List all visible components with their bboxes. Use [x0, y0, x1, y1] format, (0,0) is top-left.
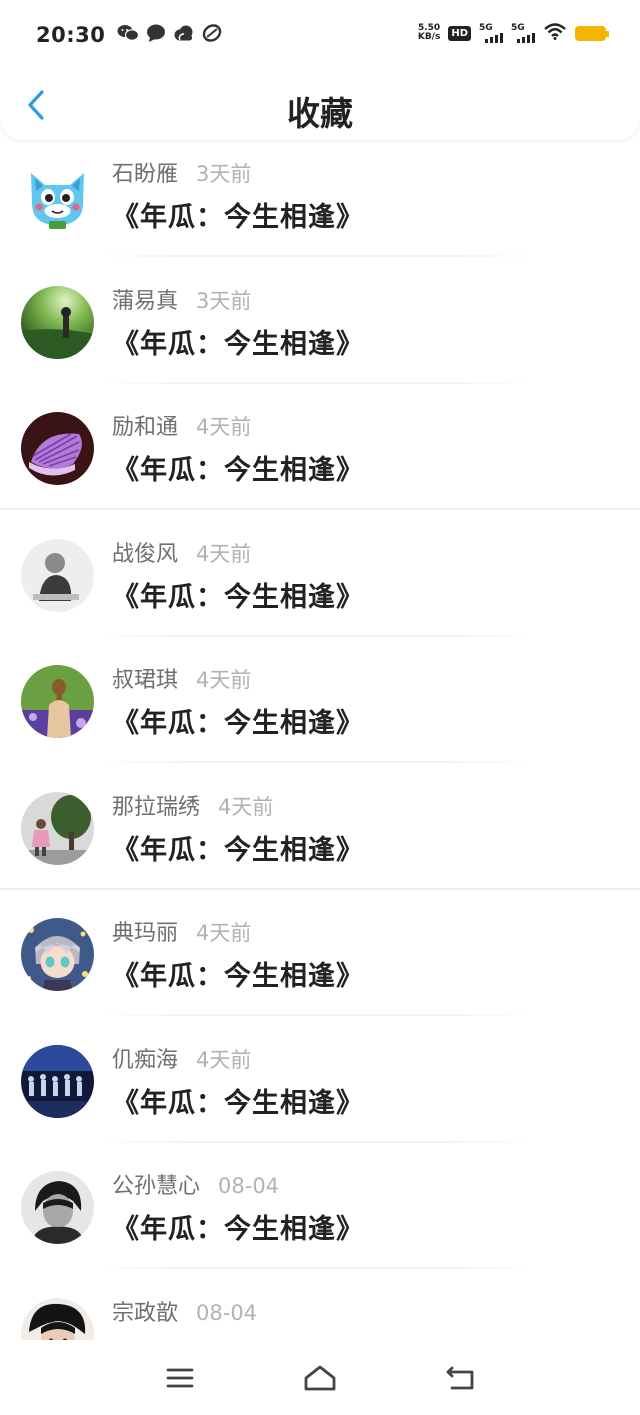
- menu-icon: [166, 1368, 194, 1387]
- list-item[interactable]: 叔珺琪 4天前 《年瓜：今生相逢》: [0, 646, 640, 773]
- list-item[interactable]: 宗政歆 08-04: [0, 1279, 640, 1340]
- divider: [96, 634, 536, 637]
- list-item[interactable]: 那拉瑞绣 4天前 《年瓜：今生相逢》: [0, 773, 640, 900]
- network-speed: 5.50 KB/s: [418, 24, 440, 42]
- work-title[interactable]: 《年瓜：今生相逢》: [112, 1081, 364, 1120]
- avatar[interactable]: [21, 1044, 94, 1118]
- back-nav-button[interactable]: [430, 1353, 490, 1403]
- user-name[interactable]: 励和通: [112, 409, 178, 441]
- time-ago: 08-04: [218, 1174, 280, 1198]
- name-row: 那拉瑞绣 4天前: [112, 789, 273, 821]
- sim1-signal: 5G: [479, 22, 503, 43]
- work-title[interactable]: 《年瓜：今生相逢》: [112, 448, 364, 487]
- battery-icon: [575, 25, 609, 41]
- list-item[interactable]: 仉痴海 4天前 《年瓜：今生相逢》: [0, 1026, 640, 1153]
- network-speed-unit: KB/s: [417, 32, 441, 42]
- user-name[interactable]: 蒲易真: [112, 283, 178, 315]
- signal-bars-icon: [485, 32, 503, 43]
- time-ago: 4天前: [196, 921, 252, 945]
- list-item[interactable]: 励和通 4天前 《年瓜：今生相逢》: [0, 393, 640, 520]
- name-row: 宗政歆 08-04: [112, 1295, 257, 1327]
- avatar[interactable]: [21, 412, 94, 485]
- favorites-list: 石盼雁 3天前 《年瓜：今生相逢》 蒲易真 3天前 《年瓜：今生相逢》 励和通 …: [0, 140, 640, 1340]
- divider: [96, 761, 536, 763]
- user-name[interactable]: 公孙慧心: [112, 1168, 200, 1200]
- work-title[interactable]: 《年瓜：今生相逢》: [112, 575, 364, 614]
- home-button[interactable]: [290, 1353, 350, 1403]
- divider: [0, 887, 640, 890]
- avatar[interactable]: [21, 1297, 94, 1340]
- name-row: 典玛丽 4天前: [112, 915, 251, 947]
- work-title[interactable]: 《年瓜：今生相逢》: [112, 322, 364, 361]
- notification-icons: [117, 24, 222, 46]
- divider: [96, 255, 536, 257]
- name-row: 公孙慧心 08-04: [112, 1168, 279, 1200]
- time-ago: 4天前: [196, 415, 252, 439]
- time-ago: 4天前: [218, 794, 274, 819]
- page-title: 收藏: [287, 94, 353, 133]
- sim2-label: 5G: [511, 22, 525, 33]
- time-ago: 3天前: [196, 162, 252, 186]
- name-row: 蒲易真 3天前: [112, 283, 251, 315]
- time-ago: 3天前: [196, 288, 252, 313]
- home-icon: [304, 1365, 336, 1390]
- header: 收藏: [0, 70, 640, 140]
- sim1-label: 5G: [479, 22, 493, 33]
- avatar[interactable]: [21, 918, 94, 991]
- work-title[interactable]: 《年瓜：今生相逢》: [112, 195, 364, 234]
- avatar[interactable]: [21, 538, 94, 612]
- user-name[interactable]: 仉痴海: [112, 1042, 178, 1074]
- avatar[interactable]: [21, 285, 94, 359]
- signal-bars-icon: [517, 32, 535, 43]
- user-name[interactable]: 那拉瑞绣: [112, 789, 200, 821]
- avatar[interactable]: [21, 159, 94, 232]
- user-name[interactable]: 典玛丽: [112, 915, 178, 947]
- divider: [96, 1140, 536, 1143]
- time-ago: 4天前: [196, 1047, 252, 1072]
- list-item[interactable]: 战俊风 4天前 《年瓜：今生相逢》: [0, 520, 640, 647]
- system-nav-bar: [0, 1340, 640, 1415]
- name-row: 战俊风 4天前: [112, 536, 251, 568]
- name-row: 励和通 4天前: [112, 409, 251, 441]
- time-ago: 4天前: [196, 541, 252, 566]
- list-item[interactable]: 公孙慧心 08-04 《年瓜：今生相逢》: [0, 1152, 640, 1279]
- message-icon: [146, 24, 166, 46]
- status-indicators: 5.50 KB/s HD 5G 5G: [418, 22, 609, 44]
- user-name[interactable]: 宗政歆: [112, 1295, 178, 1327]
- wechat-icon: [117, 24, 140, 46]
- user-name[interactable]: 叔珺琪: [112, 662, 178, 694]
- name-row: 仉痴海 4天前: [112, 1042, 251, 1074]
- list-item[interactable]: 典玛丽 4天前 《年瓜：今生相逢》: [0, 899, 640, 1026]
- divider: [0, 508, 640, 510]
- work-title[interactable]: 《年瓜：今生相逢》: [112, 701, 364, 740]
- divider: [96, 1014, 536, 1016]
- sim2-signal: 5G: [511, 22, 535, 43]
- return-icon: [446, 1366, 474, 1389]
- user-name[interactable]: 石盼雁: [112, 156, 178, 188]
- name-row: 叔珺琪 4天前: [112, 662, 251, 694]
- divider: [96, 1267, 536, 1269]
- work-title[interactable]: 《年瓜：今生相逢》: [112, 954, 364, 993]
- avatar[interactable]: [21, 1171, 94, 1244]
- divider: [96, 381, 536, 384]
- cloud-icon: [173, 24, 195, 46]
- wifi-icon: [543, 22, 567, 44]
- work-title[interactable]: 《年瓜：今生相逢》: [112, 1207, 364, 1246]
- menu-button[interactable]: [150, 1353, 210, 1403]
- user-name[interactable]: 战俊风: [112, 536, 178, 568]
- bean-icon: [202, 24, 222, 46]
- name-row: 石盼雁 3天前: [112, 156, 251, 188]
- time-ago: 08-04: [196, 1300, 258, 1325]
- status-time: 20:30: [36, 23, 106, 47]
- status-bar: 20:30 5.50 KB/s HD 5G 5G: [0, 0, 640, 70]
- work-title[interactable]: 《年瓜：今生相逢》: [112, 828, 364, 867]
- list-item[interactable]: 蒲易真 3天前 《年瓜：今生相逢》: [0, 267, 640, 394]
- avatar[interactable]: [21, 791, 94, 865]
- time-ago: 4天前: [196, 668, 252, 692]
- list-item[interactable]: 石盼雁 3天前 《年瓜：今生相逢》: [0, 140, 640, 267]
- avatar[interactable]: [21, 665, 94, 738]
- hd-badge: HD: [448, 25, 471, 41]
